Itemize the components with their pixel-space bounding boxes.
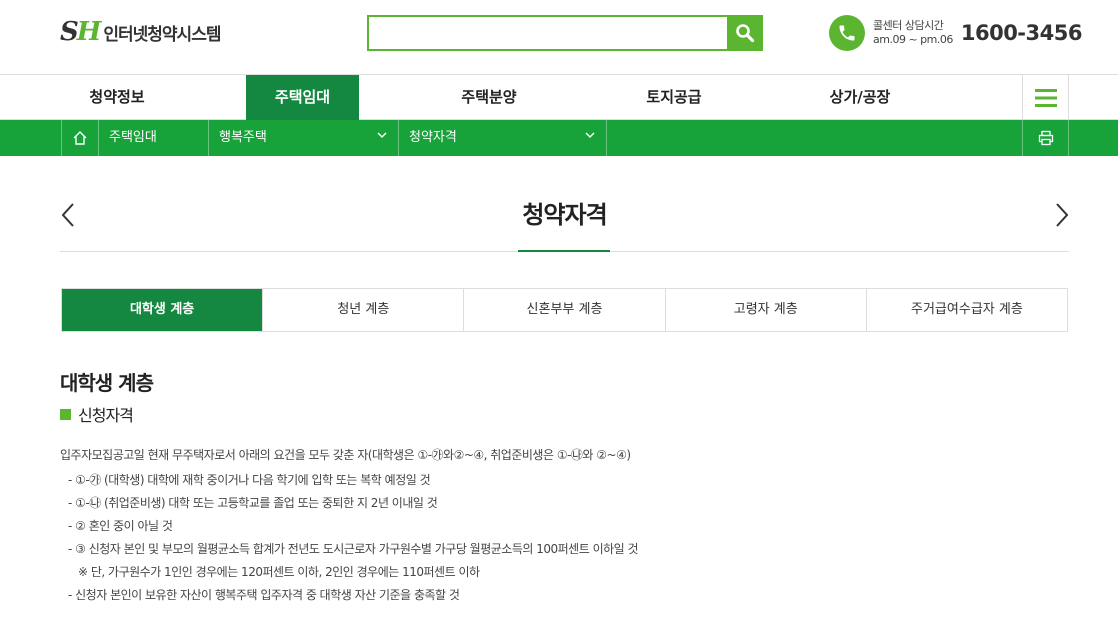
- list-item: - ② 혼인 중이 아닐 것: [68, 519, 173, 533]
- phone-icon: [829, 15, 865, 51]
- nav-item-land-supply[interactable]: 토지공급: [617, 75, 731, 120]
- call-number: 1600-3456: [960, 21, 1083, 45]
- chevron-down-icon: [376, 120, 388, 156]
- title-area: 청약자격: [60, 180, 1069, 252]
- tab-elderly[interactable]: 고령자 계층: [664, 289, 866, 331]
- header: SH 인터넷청약시스템 콜센터 상담시간 am.09 ~ pm.06 1600-…: [0, 0, 1118, 75]
- list-item: - 신청자 본인이 보유한 자산이 행복주택 입주자격 중 대학생 자산 기준을…: [68, 588, 460, 602]
- search-button[interactable]: [727, 17, 762, 49]
- print-button[interactable]: [1022, 120, 1069, 156]
- chevron-right-icon: [1056, 203, 1069, 227]
- nav-item-rental-housing[interactable]: 주택임대: [246, 75, 359, 120]
- main-nav: 청약정보 주택임대 주택분양 토지공급 상가/공장: [0, 75, 1118, 120]
- list-item-note: ※ 단, 가구원수가 1인인 경우에는 120퍼센트 이하, 2인인 경우에는 …: [78, 565, 480, 579]
- breadcrumb-level2-dropdown[interactable]: 행복주택: [208, 120, 398, 156]
- all-menu-button[interactable]: [1022, 75, 1069, 120]
- section-title: 대학생 계층: [60, 371, 154, 395]
- search-box: [367, 15, 763, 51]
- location-bar: 주택임대 행복주택 청약자격: [0, 120, 1118, 156]
- list-item: - ③ 신청자 본인 및 부모의 월평균소득 합계가 전년도 도시근로자 가구원…: [68, 542, 639, 556]
- search-input[interactable]: [369, 17, 727, 49]
- chevron-down-icon: [584, 120, 596, 156]
- logo-text: 인터넷청약시스템: [103, 24, 221, 45]
- next-page-button[interactable]: [1052, 200, 1072, 230]
- tab-university-student[interactable]: 대학생 계층: [62, 289, 263, 331]
- call-center: 콜센터 상담시간 am.09 ~ pm.06 1600-3456: [829, 15, 1082, 51]
- nav-item-housing-sale[interactable]: 주택분양: [432, 75, 546, 120]
- nav-item-commercial-factory[interactable]: 상가/공장: [803, 75, 917, 120]
- home-icon: [73, 131, 87, 145]
- breadcrumb-level3-dropdown[interactable]: 청약자격: [398, 120, 606, 156]
- tab-housing-benefit-recipient[interactable]: 주거급여수급자 계층: [865, 289, 1067, 331]
- location-spacer: [606, 120, 1022, 156]
- tab-youth[interactable]: 청년 계층: [262, 289, 463, 331]
- eligibility-intro: 입주자모집공고일 현재 무주택자로서 아래의 요건을 모두 갖춘 자(대학생은 …: [60, 448, 631, 462]
- page-title: 청약자격: [522, 201, 607, 229]
- title-underline: [518, 250, 610, 252]
- list-item: - ①-㉯ (취업준비생) 대학 또는 고등학교를 졸업 또는 중퇴한 지 2년…: [68, 496, 438, 510]
- nav-item-subscription-info[interactable]: 청약정보: [60, 75, 174, 120]
- print-icon: [1038, 130, 1053, 146]
- logo[interactable]: SH 인터넷청약시스템: [60, 17, 221, 47]
- bullet-square-icon: [60, 408, 71, 420]
- tab-newlyweds[interactable]: 신혼부부 계층: [463, 289, 664, 331]
- home-button[interactable]: [61, 120, 98, 156]
- call-hours: 콜센터 상담시간 am.09 ~ pm.06: [873, 19, 953, 46]
- category-tabs: 대학생 계층 청년 계층 신혼부부 계층 고령자 계층 주거급여수급자 계층: [61, 288, 1068, 332]
- hamburger-icon: [1034, 88, 1057, 107]
- breadcrumb-level1: 주택임대: [98, 120, 208, 156]
- sub-title: 신청자격: [60, 402, 134, 426]
- list-item: - ①-㉮ (대학생) 대학에 재학 중이거나 다음 학기에 입학 또는 복학 …: [68, 473, 431, 487]
- logo-mark: SH: [60, 17, 101, 47]
- requirement-list: - ①-㉮ (대학생) 대학에 재학 중이거나 다음 학기에 입학 또는 복학 …: [68, 472, 639, 610]
- search-icon: [735, 24, 754, 43]
